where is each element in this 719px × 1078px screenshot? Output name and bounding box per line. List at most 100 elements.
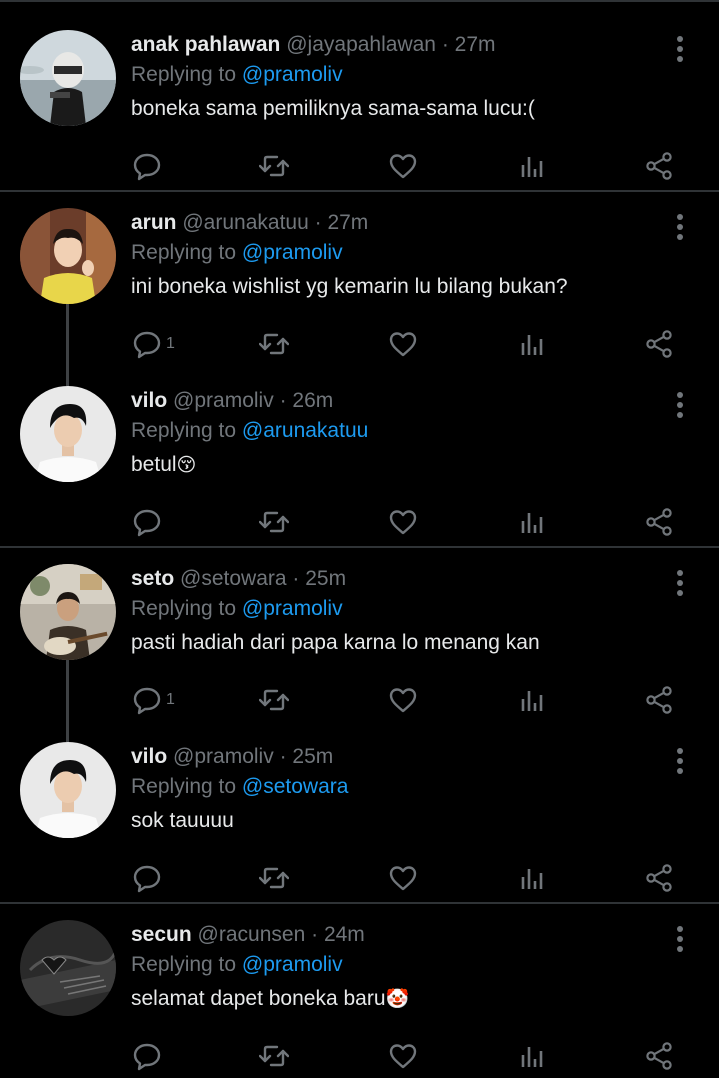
action-bar bbox=[0, 148, 719, 188]
mention-link[interactable]: @pramoliv bbox=[242, 953, 343, 976]
mention-link[interactable]: @pramoliv bbox=[242, 63, 343, 86]
timestamp[interactable]: 26m bbox=[292, 389, 333, 412]
retweet-icon bbox=[259, 1045, 289, 1067]
retweet-button[interactable] bbox=[259, 1038, 289, 1074]
reply-button[interactable] bbox=[132, 1038, 166, 1074]
handle[interactable]: @setowara bbox=[180, 567, 287, 590]
tweet[interactable]: arun @arunakatuu · 27m Replying to @pram… bbox=[0, 208, 719, 368]
analytics-button[interactable] bbox=[518, 148, 548, 184]
like-button[interactable] bbox=[388, 682, 418, 718]
handle[interactable]: @pramoliv bbox=[173, 389, 274, 412]
divider bbox=[0, 546, 719, 548]
like-button[interactable] bbox=[388, 148, 418, 184]
replying-prefix: Replying to bbox=[131, 419, 237, 442]
display-name[interactable]: vilo bbox=[131, 389, 167, 412]
tweet-text-body: ini boneka wishlist yg kemarin lu bilang… bbox=[131, 275, 568, 298]
display-name[interactable]: anak pahlawan bbox=[131, 33, 280, 56]
reply-button[interactable] bbox=[132, 504, 166, 540]
mention-link[interactable]: @pramoliv bbox=[242, 241, 343, 264]
separator-dot: · bbox=[279, 389, 287, 412]
more-options-icon[interactable] bbox=[670, 34, 690, 64]
mention-link[interactable]: @arunakatuu bbox=[242, 419, 368, 442]
analytics-button[interactable] bbox=[518, 682, 548, 718]
mention-link[interactable]: @pramoliv bbox=[242, 597, 343, 620]
display-name[interactable]: arun bbox=[131, 211, 177, 234]
analytics-icon bbox=[521, 691, 543, 711]
tweet[interactable]: seto @setowara · 25m Replying to @pramol… bbox=[0, 564, 719, 724]
timestamp[interactable]: 27m bbox=[455, 33, 496, 56]
more-options-icon[interactable] bbox=[670, 568, 690, 598]
more-options-icon[interactable] bbox=[670, 390, 690, 420]
handle[interactable]: @racunsen bbox=[198, 923, 306, 946]
timestamp[interactable]: 25m bbox=[292, 745, 333, 768]
analytics-icon bbox=[521, 1047, 543, 1067]
display-name[interactable]: secun bbox=[131, 923, 192, 946]
handle[interactable]: @arunakatuu bbox=[182, 211, 308, 234]
reply-button[interactable]: 1 bbox=[132, 326, 175, 362]
avatar[interactable] bbox=[20, 386, 116, 482]
avatar[interactable] bbox=[20, 742, 116, 838]
more-options-icon[interactable] bbox=[670, 212, 690, 242]
retweet-button[interactable] bbox=[259, 148, 289, 184]
reply-button[interactable] bbox=[132, 860, 166, 896]
share-button[interactable] bbox=[645, 326, 675, 362]
action-bar bbox=[0, 1038, 719, 1078]
tweet[interactable]: vilo @pramoliv · 26m Replying to @arunak… bbox=[0, 386, 719, 546]
tweet[interactable]: anak pahlawan @jayapahlawan · 27m Replyi… bbox=[0, 30, 719, 190]
avatar[interactable] bbox=[20, 564, 116, 660]
tweet-text-body: selamat dapet boneka baru bbox=[131, 987, 386, 1010]
like-button[interactable] bbox=[388, 326, 418, 362]
share-button[interactable] bbox=[645, 148, 675, 184]
like-button[interactable] bbox=[388, 504, 418, 540]
share-button[interactable] bbox=[645, 682, 675, 718]
display-name[interactable]: vilo bbox=[131, 745, 167, 768]
analytics-icon bbox=[521, 157, 543, 177]
handle[interactable]: @jayapahlawan bbox=[286, 33, 436, 56]
more-options-icon[interactable] bbox=[670, 746, 690, 776]
yellow-shirt-boy-avatar bbox=[20, 208, 116, 304]
tweet-text: boneka sama pemiliknya sama-sama lucu:( bbox=[131, 96, 535, 123]
analytics-button[interactable] bbox=[518, 504, 548, 540]
reply-button[interactable] bbox=[132, 148, 166, 184]
share-button[interactable] bbox=[645, 504, 675, 540]
avatar[interactable] bbox=[20, 920, 116, 1016]
retweet-icon bbox=[259, 155, 289, 177]
retweet-button[interactable] bbox=[259, 860, 289, 896]
retweet-button[interactable] bbox=[259, 682, 289, 718]
replying-to-line: Replying to @pramoliv bbox=[131, 596, 343, 622]
retweet-icon bbox=[259, 511, 289, 533]
share-icon bbox=[646, 864, 672, 892]
emoji: 😚 bbox=[176, 455, 197, 476]
display-name[interactable]: seto bbox=[131, 567, 174, 590]
analytics-button[interactable] bbox=[518, 1038, 548, 1074]
timestamp[interactable]: 25m bbox=[305, 567, 346, 590]
tweet-header: arun @arunakatuu · 27m bbox=[131, 210, 368, 236]
timestamp[interactable]: 24m bbox=[324, 923, 365, 946]
analytics-button[interactable] bbox=[518, 326, 548, 362]
retweet-icon bbox=[259, 689, 289, 711]
share-icon bbox=[646, 1042, 672, 1070]
share-icon bbox=[646, 330, 672, 358]
reply-button[interactable]: 1 bbox=[132, 682, 175, 718]
reply-count: 1 bbox=[166, 335, 175, 352]
mention-link[interactable]: @setowara bbox=[242, 775, 349, 798]
analytics-icon bbox=[521, 869, 543, 889]
retweet-button[interactable] bbox=[259, 504, 289, 540]
avatar[interactable] bbox=[20, 30, 116, 126]
share-button[interactable] bbox=[645, 1038, 675, 1074]
handle[interactable]: @pramoliv bbox=[173, 745, 274, 768]
tweet[interactable]: vilo @pramoliv · 25m Replying to @setowa… bbox=[0, 742, 719, 902]
tweet[interactable]: secun @racunsen · 24m Replying to @pramo… bbox=[0, 920, 719, 1078]
share-icon bbox=[646, 686, 672, 714]
like-button[interactable] bbox=[388, 860, 418, 896]
analytics-button[interactable] bbox=[518, 860, 548, 896]
replying-to-line: Replying to @arunakatuu bbox=[131, 418, 368, 444]
reply-icon bbox=[133, 687, 161, 715]
share-button[interactable] bbox=[645, 860, 675, 896]
retweet-button[interactable] bbox=[259, 326, 289, 362]
avatar[interactable] bbox=[20, 208, 116, 304]
replying-to-line: Replying to @setowara bbox=[131, 774, 348, 800]
more-options-icon[interactable] bbox=[670, 924, 690, 954]
like-button[interactable] bbox=[388, 1038, 418, 1074]
timestamp[interactable]: 27m bbox=[327, 211, 368, 234]
